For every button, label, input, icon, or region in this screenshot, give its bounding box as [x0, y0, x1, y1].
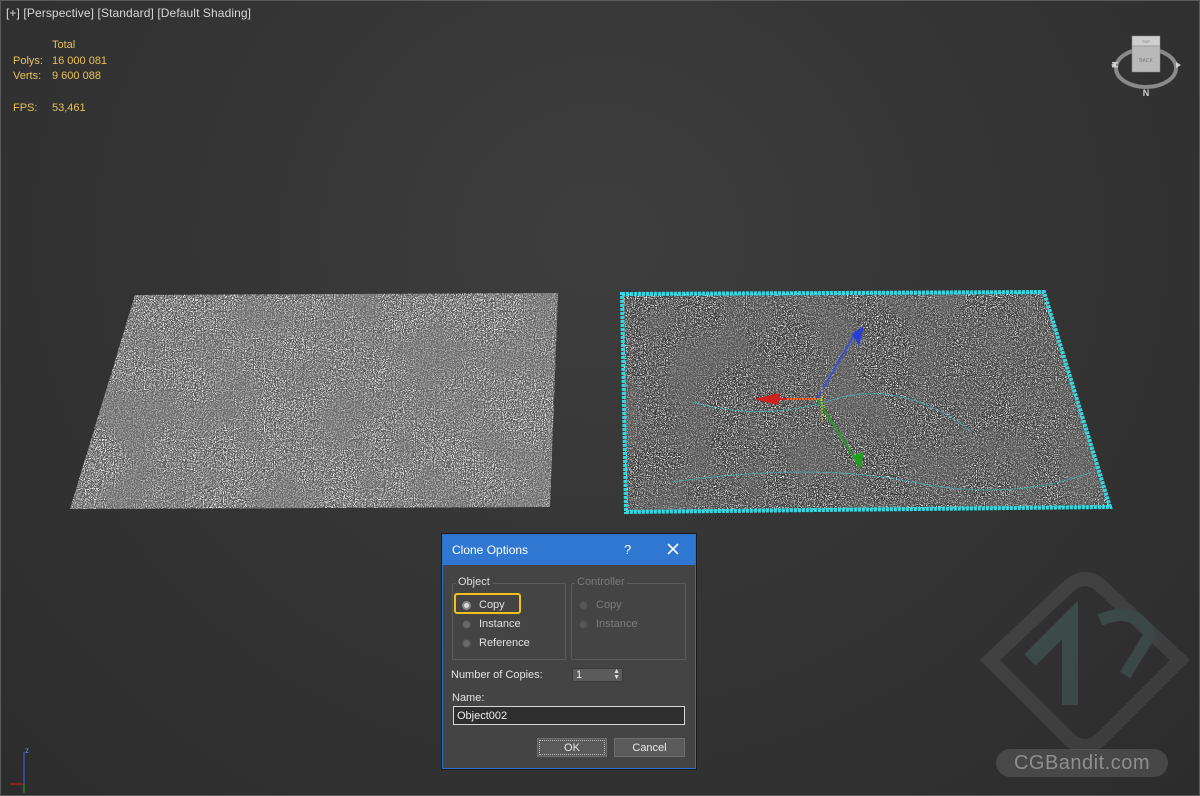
radio-dot [579, 600, 588, 610]
stats-header: Total [52, 39, 76, 51]
object-group-title: Object [456, 576, 492, 588]
fps-value: 53,461 [52, 101, 86, 114]
viewcube-top-label: TOP [1142, 39, 1150, 44]
verts-value: 9 600 088 [52, 70, 101, 82]
compass-north-label: N [1143, 88, 1150, 98]
viewport-shading-menu[interactable]: [Default Shading] [157, 6, 251, 20]
viewport-view-menu[interactable]: [Perspective] [23, 6, 94, 20]
statistics-overlay: Total Polys: 16 000 081 Verts: 9 600 088 F… [13, 38, 107, 116]
radio-controller-copy-label: Copy [596, 599, 622, 611]
axis-tripod-icon: z [10, 746, 29, 793]
polys-label: Polys: [13, 54, 43, 67]
dialog-title: Clone Options [452, 543, 529, 557]
polys-value: 16 000 081 [52, 54, 108, 67]
radio-object-reference[interactable]: Reference [462, 637, 530, 649]
terrain-mesh-selected[interactable] [612, 282, 1122, 527]
viewcube-face-label: BACK [1139, 58, 1153, 64]
spinner-arrows-icon[interactable]: ▲ ▼ [613, 668, 620, 681]
cancel-button[interactable]: Cancel [614, 738, 685, 757]
watermark-text: CGBandit.com [996, 749, 1168, 777]
viewport-render-menu[interactable]: [Standard] [98, 6, 154, 20]
viewcube[interactable]: TOP BACK N [1108, 30, 1186, 100]
viewport-plus-menu[interactable]: [+] [6, 6, 20, 20]
copies-label: Number of Copies: [451, 669, 543, 681]
copy-option-highlight [454, 593, 521, 614]
radio-controller-instance: Instance [579, 618, 638, 630]
close-icon[interactable] [664, 540, 682, 558]
radio-object-instance[interactable]: Instance [462, 618, 521, 630]
fps-label: FPS: [13, 101, 38, 114]
watermark-logo-icon [979, 572, 1191, 750]
verts-label: Verts: [13, 70, 42, 82]
radio-dot [462, 619, 471, 629]
radio-controller-instance-label: Instance [596, 618, 638, 630]
controller-group-title: Controller [575, 576, 627, 588]
name-input[interactable] [453, 706, 685, 725]
ok-button[interactable]: OK [537, 738, 607, 757]
radio-object-reference-label: Reference [479, 637, 530, 649]
axis-z-label: z [25, 746, 29, 755]
name-label: Name: [452, 692, 485, 704]
radio-object-instance-label: Instance [479, 618, 521, 630]
radio-controller-copy: Copy [579, 599, 622, 611]
copies-value: 1 [576, 669, 583, 681]
radio-dot [462, 638, 471, 648]
dialog-title-bar[interactable]: Clone Options ? [443, 535, 695, 565]
help-button[interactable]: ? [624, 542, 631, 557]
viewport-label-menu: [+] [Perspective] [Standard] [Default Sh… [6, 6, 251, 20]
radio-dot [579, 619, 588, 629]
terrain-mesh-original[interactable] [60, 285, 570, 525]
copies-spinner[interactable]: 1 ▲ ▼ [572, 668, 623, 682]
